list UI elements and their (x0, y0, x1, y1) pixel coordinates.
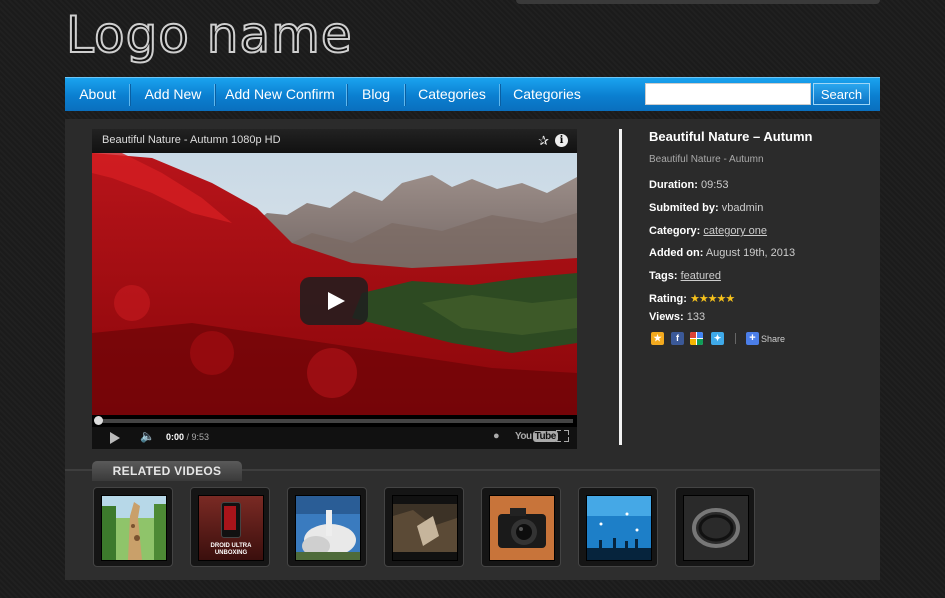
logo[interactable]: Logo name (65, 2, 353, 68)
thumb-image (392, 495, 458, 561)
nav-item-categories-2[interactable]: Categories (503, 78, 591, 111)
views-value: 133 (686, 311, 706, 323)
submitted-value: vbadmin (721, 202, 764, 214)
thumb-image (489, 495, 555, 561)
favorite-star-icon[interactable]: ★ (651, 332, 664, 345)
duration-time: 9:53 (191, 432, 210, 442)
related-videos-bar (65, 469, 880, 580)
added-value: August 19th, 2013 (705, 247, 796, 259)
info-subtitle: Beautiful Nature - Autumn (649, 154, 764, 165)
search-button[interactable]: Search (813, 83, 870, 105)
facebook-icon[interactable]: f (671, 332, 684, 345)
nav-separator (404, 84, 406, 106)
giraffe-thumbnail (102, 496, 166, 560)
share-plus-icon[interactable]: + (746, 332, 759, 345)
related-thumb-droid-ultra[interactable]: DROID ULTRA UNBOXING (190, 487, 270, 567)
info-title: Beautiful Nature – Autumn (649, 129, 813, 144)
info-category: Category: category one (649, 225, 767, 237)
thumb-image: DROID ULTRA UNBOXING (198, 495, 264, 561)
rating-label: Rating: (649, 293, 687, 305)
info-icon[interactable]: i (555, 134, 568, 147)
google-icon[interactable] (690, 332, 703, 345)
top-edge-strip (516, 0, 880, 4)
volume-icon[interactable]: 🔈 (140, 429, 155, 443)
fullscreen-icon[interactable] (556, 430, 569, 442)
related-thumb-wristband[interactable] (675, 487, 755, 567)
related-videos-heading: RELATED VIDEOS (92, 461, 242, 481)
related-thumb-dark-scene[interactable] (384, 487, 464, 567)
nav-separator (346, 84, 348, 106)
search-input[interactable] (645, 83, 811, 105)
nav-separator (129, 84, 131, 106)
info-submitted: Submited by: vbadmin (649, 202, 763, 214)
related-thumb-aquarium[interactable] (578, 487, 658, 567)
related-thumb-giraffe[interactable] (93, 487, 173, 567)
thumb-image (295, 495, 361, 561)
nav-separator (499, 84, 501, 106)
progress-knob[interactable] (94, 416, 103, 425)
thumb-label: DROID ULTRA UNBOXING (210, 543, 252, 556)
nav-item-about[interactable]: About (71, 78, 124, 111)
tag-link[interactable]: featured (681, 270, 721, 282)
dark-scene-thumbnail (393, 496, 457, 560)
video-title[interactable]: Beautiful Nature - Autumn 1080p HD (102, 134, 281, 146)
info-tags: Tags: featured (649, 270, 721, 282)
twitter-icon[interactable]: ✦ (711, 332, 724, 345)
share-icon[interactable]: ✰ (538, 133, 549, 149)
google-icon-graphic (690, 332, 703, 345)
camera-thumbnail (490, 496, 554, 560)
info-rating: Rating: ★★★★★ (649, 292, 735, 305)
info-views: Views: 133 (649, 311, 705, 323)
nav-separator (214, 84, 216, 106)
duration-value: 09:53 (700, 179, 729, 191)
share-link[interactable]: Share (761, 334, 785, 344)
views-label: Views: (649, 311, 684, 323)
info-added: Added on: August 19th, 2013 (649, 247, 795, 259)
time-display: 0:00 / 9:53 (166, 432, 210, 442)
nav-item-categories[interactable]: Categories (408, 78, 496, 111)
control-play-icon[interactable] (110, 432, 120, 444)
vertical-divider (619, 129, 622, 445)
category-link[interactable]: category one (703, 225, 767, 237)
nav-item-blog[interactable]: Blog (350, 78, 402, 111)
settings-icon[interactable]: ● (493, 430, 500, 442)
video-frame-image[interactable] (92, 153, 577, 415)
youtube-logo-you: You (515, 431, 532, 442)
progress-bar[interactable] (96, 419, 573, 423)
rating-stars[interactable]: ★★★★★ (690, 293, 735, 305)
wristband-thumbnail (692, 508, 740, 548)
video-player[interactable]: Beautiful Nature - Autumn 1080p HD ✰ i 🔈… (92, 129, 577, 449)
tags-label: Tags: (649, 270, 678, 282)
duration-label: Duration: (649, 179, 698, 191)
thumb-image (101, 495, 167, 561)
youtube-logo-icon[interactable]: You Tube (515, 431, 558, 442)
social-separator (735, 333, 736, 344)
nav-item-add-new-confirm[interactable]: Add New Confirm (218, 78, 342, 111)
added-label: Added on: (649, 247, 704, 259)
thumb-image (586, 495, 652, 561)
thumb-image (683, 495, 749, 561)
youtube-logo-tube: Tube (532, 431, 558, 442)
rocket-launch-thumbnail (296, 496, 360, 560)
related-thumb-camera[interactable] (481, 487, 561, 567)
submitted-label: Submited by: (649, 202, 719, 214)
category-label: Category: (649, 225, 701, 237)
video-titlebar: Beautiful Nature - Autumn 1080p HD ✰ i (92, 129, 577, 153)
play-button[interactable] (300, 277, 368, 325)
info-duration: Duration: 09:53 (649, 179, 728, 191)
player-controls: 🔈 0:00 / 9:53 ● You Tube (92, 427, 577, 449)
related-thumb-rocket-launch[interactable] (287, 487, 367, 567)
nav-item-add-new[interactable]: Add New (133, 78, 213, 111)
aquarium-thumbnail (587, 496, 651, 560)
current-time: 0:00 (166, 432, 185, 442)
